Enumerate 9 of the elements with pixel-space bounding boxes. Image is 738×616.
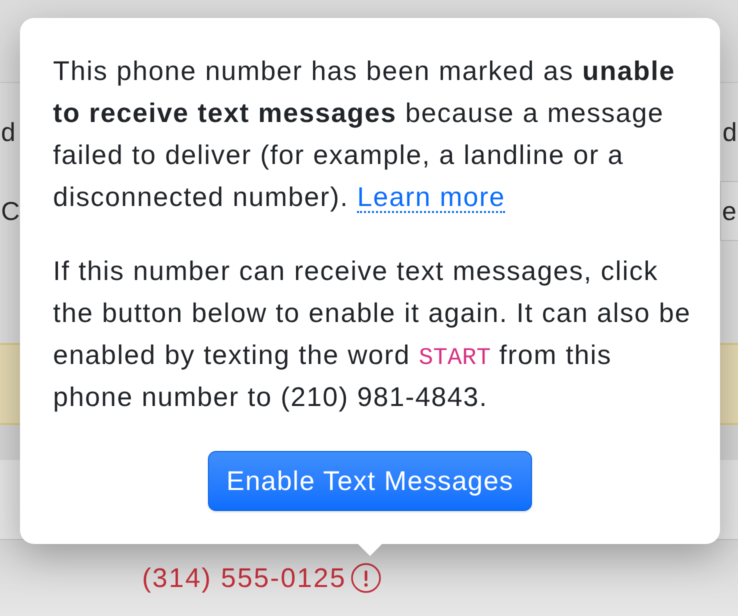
text-fragment: C: [0, 198, 20, 224]
phone-number: (314) 555-0125: [142, 564, 346, 592]
text-fragment: d: [0, 119, 16, 145]
popover-paragraph: This phone number has been marked as unable to receive text messages because a message failed to deliver (for example, a landline or a disconnected number). Learn more: [53, 55, 676, 215]
popover-paragraph: If this number can receive text messages, click the button below to enable it again. It can also be enabled by texting the word START from this phone number to (210) 981-4843.: [53, 255, 692, 414]
enable-text-messages-button[interactable]: Enable Text Messages: [208, 451, 532, 511]
learn-more-link[interactable]: Learn more: [357, 183, 506, 213]
text-fragment: d: [722, 119, 738, 145]
text-field[interactable]: e: [720, 181, 738, 241]
